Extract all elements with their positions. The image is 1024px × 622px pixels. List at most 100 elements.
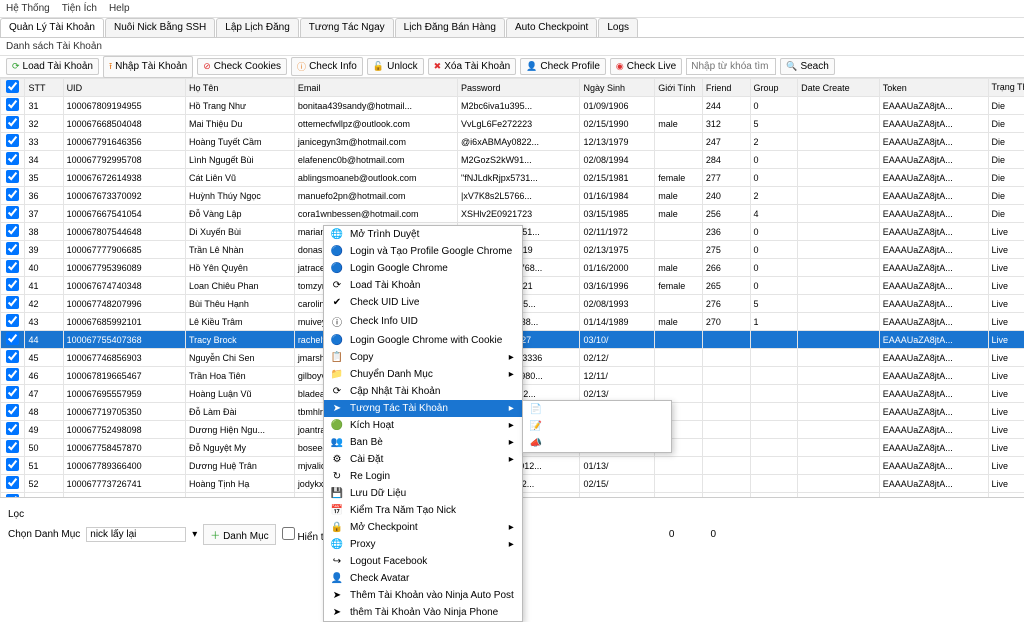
unlock-icon: 🔓: [373, 61, 384, 72]
load-accounts-button[interactable]: ⟳Load Tài Khoản: [6, 58, 99, 75]
col-header[interactable]: Email: [294, 79, 457, 97]
upload-icon: ⭱: [109, 59, 112, 75]
ctx-icon: 🔵: [330, 263, 344, 274]
chevron-right-icon: ▸: [509, 539, 514, 550]
unlock-button[interactable]: 🔓Unlock: [367, 58, 424, 75]
toolbar: ⟳Load Tài Khoản ⭱Nhập Tài Khoản ⊘Check C…: [0, 56, 1024, 78]
col-header[interactable]: Giới Tính: [655, 79, 703, 97]
ctx-icon: ⓘ: [330, 314, 344, 329]
check-cookies-button[interactable]: ⊘Check Cookies: [197, 58, 287, 75]
ctx-icon: ⚙: [330, 454, 344, 465]
col-header[interactable]: Họ Tên: [185, 79, 294, 97]
ctx-item[interactable]: 🌐Proxy▸: [324, 536, 522, 553]
check-profile-button[interactable]: 👤Check Profile: [520, 58, 606, 75]
col-header[interactable]: Group: [750, 79, 798, 97]
check-live-button[interactable]: ◉Check Live: [610, 58, 682, 75]
menu-system[interactable]: Hệ Thống: [6, 3, 50, 14]
ctx-icon: 📅: [330, 505, 344, 516]
chevron-right-icon: ▸: [509, 454, 514, 465]
tab-0[interactable]: Quản Lý Tài Khoản: [0, 18, 104, 37]
ctx-icon: ⟳: [330, 280, 344, 291]
col-header[interactable]: [1, 79, 25, 97]
col-header[interactable]: Token: [879, 79, 988, 97]
ctx-item[interactable]: 🔵Login Google Chrome with Cookie: [324, 332, 522, 349]
ctx-item[interactable]: ✔Check UID Live: [324, 294, 522, 311]
tab-4[interactable]: Lịch Đăng Bán Hàng: [395, 18, 505, 37]
tab-6[interactable]: Logs: [598, 18, 638, 37]
table-row[interactable]: 34100067792995708Lình Ngugết Bùielafenen…: [1, 151, 1024, 169]
block-icon: ⊘: [203, 61, 211, 72]
ctx-item[interactable]: 🔒Mở Checkpoint▸: [324, 519, 522, 536]
tab-1[interactable]: Nuôi Nick Bằng SSH: [105, 18, 215, 37]
ctx-item[interactable]: 👤Check Avatar: [324, 570, 522, 587]
col-header[interactable]: Friend: [702, 79, 750, 97]
ctx-icon: 📁: [330, 369, 344, 380]
ctx-icon: ↻: [330, 471, 344, 482]
add-category-button[interactable]: ＋ Danh Mục: [203, 524, 275, 545]
check-info-button[interactable]: ⓘCheck Info: [291, 57, 363, 76]
col-header[interactable]: Date Create: [798, 79, 880, 97]
ctx-icon: ⟳: [330, 386, 344, 397]
ctx-icon: ➤: [330, 403, 344, 414]
table-row[interactable]: 32100067668504048Mai Thiệu Duottemecfwll…: [1, 115, 1024, 133]
table-row[interactable]: 37100067667541054Đỗ Vàng Lậpcora1wnbesse…: [1, 205, 1024, 223]
subctx-item[interactable]: 📝Seeding bài viết: [523, 418, 671, 435]
table-row[interactable]: 35100067672614938Cát Liên Vũablingsmoane…: [1, 169, 1024, 187]
ctx-item[interactable]: 🟢Kích Hoạt▸: [324, 417, 522, 434]
menu-help[interactable]: Help: [109, 3, 130, 14]
col-header[interactable]: Trạng Thái ▴: [988, 79, 1024, 97]
ctx-item[interactable]: 📋Copy▸: [324, 349, 522, 366]
ctx-item[interactable]: 🔵Login Google Chrome: [324, 260, 522, 277]
context-submenu[interactable]: 📄Đăng bài lên Profile📝Seeding bài viết📣S…: [522, 400, 672, 453]
ctx-icon: 🌐: [330, 229, 344, 240]
ctx-icon: 🌐: [330, 539, 344, 550]
tab-5[interactable]: Auto Checkpoint: [506, 18, 597, 37]
ctx-item[interactable]: 💾Lưu Dữ Liệu: [324, 485, 522, 502]
chevron-right-icon: ▸: [509, 403, 514, 414]
ctx-item[interactable]: 📁Chuyển Danh Mục▸: [324, 366, 522, 383]
table-row[interactable]: 33100067791646356Hoàng Tuyết Cầmjanicegy…: [1, 133, 1024, 151]
import-accounts-button[interactable]: ⭱Nhập Tài Khoản: [103, 56, 193, 78]
ctx-item[interactable]: ➤Tương Tác Tài Khoản▸📄Đăng bài lên Profi…: [324, 400, 522, 417]
col-header[interactable]: UID: [63, 79, 185, 97]
search-input[interactable]: [686, 58, 776, 75]
ctx-item[interactable]: 🌐Mở Trình Duyệt: [324, 226, 522, 243]
ctx-item[interactable]: ⟳Cập Nhật Tài Khoản: [324, 383, 522, 400]
ctx-item[interactable]: ⟳Load Tài Khoản: [324, 277, 522, 294]
ctx-icon: 💾: [330, 488, 344, 499]
refresh-icon: ⟳: [12, 61, 20, 72]
table-row[interactable]: 31100067809194955Hồ Trang Nhưbonitaa439s…: [1, 97, 1024, 115]
search-button[interactable]: 🔍Seach: [780, 58, 835, 75]
tab-3[interactable]: Tương Tác Ngay: [300, 18, 394, 37]
col-header[interactable]: STT: [25, 79, 63, 97]
ctx-icon: 👤: [330, 573, 344, 584]
ctx-item[interactable]: ↻Re Login: [324, 468, 522, 485]
info-icon: ⓘ: [297, 60, 306, 73]
chevron-down-icon[interactable]: ▾: [192, 529, 197, 540]
ctx-item[interactable]: ↪Logout Facebook: [324, 553, 522, 570]
tab-2[interactable]: Lập Lịch Đăng: [216, 18, 299, 37]
ctx-item[interactable]: ⚙Cài Đặt▸: [324, 451, 522, 468]
table-row[interactable]: 36100067673370092Huỳnh Thúy Ngọcmanuefo2…: [1, 187, 1024, 205]
category-combo[interactable]: [86, 527, 186, 542]
ctx-item[interactable]: ➤Thêm Tài Khoản vào Ninja Auto Post: [324, 587, 522, 604]
col-header[interactable]: Ngày Sinh: [580, 79, 655, 97]
col-header[interactable]: Password: [458, 79, 580, 97]
ctx-item[interactable]: ⓘCheck Info UID: [324, 311, 522, 332]
ctx-icon: 📋: [330, 352, 344, 363]
chevron-right-icon: ▸: [509, 369, 514, 380]
context-menu[interactable]: 🌐Mở Trình Duyệt🔵Login và Tạo Profile Goo…: [323, 225, 523, 622]
profile-icon: 👤: [526, 61, 537, 72]
ctx-icon: 📄: [529, 404, 543, 415]
ctx-item[interactable]: 📅Kiểm Tra Năm Tạo Nick: [324, 502, 522, 519]
subctx-item[interactable]: 📄Đăng bài lên Profile: [523, 401, 671, 418]
filter-label: Lọc: [8, 509, 24, 520]
subctx-item[interactable]: 📣Seeding Live Stream: [523, 435, 671, 452]
delete-account-button[interactable]: ✖Xóa Tài Khoản: [428, 58, 517, 75]
search-icon: 🔍: [786, 61, 797, 72]
ctx-item[interactable]: ➤thêm Tài Khoản Vào Ninja Phone: [324, 604, 522, 621]
ctx-item[interactable]: 🔵Login và Tạo Profile Google Chrome: [324, 243, 522, 260]
menu-utils[interactable]: Tiện Ích: [62, 3, 97, 14]
ctx-item[interactable]: 👥Ban Bè▸: [324, 434, 522, 451]
count-selected: 0: [669, 529, 675, 540]
